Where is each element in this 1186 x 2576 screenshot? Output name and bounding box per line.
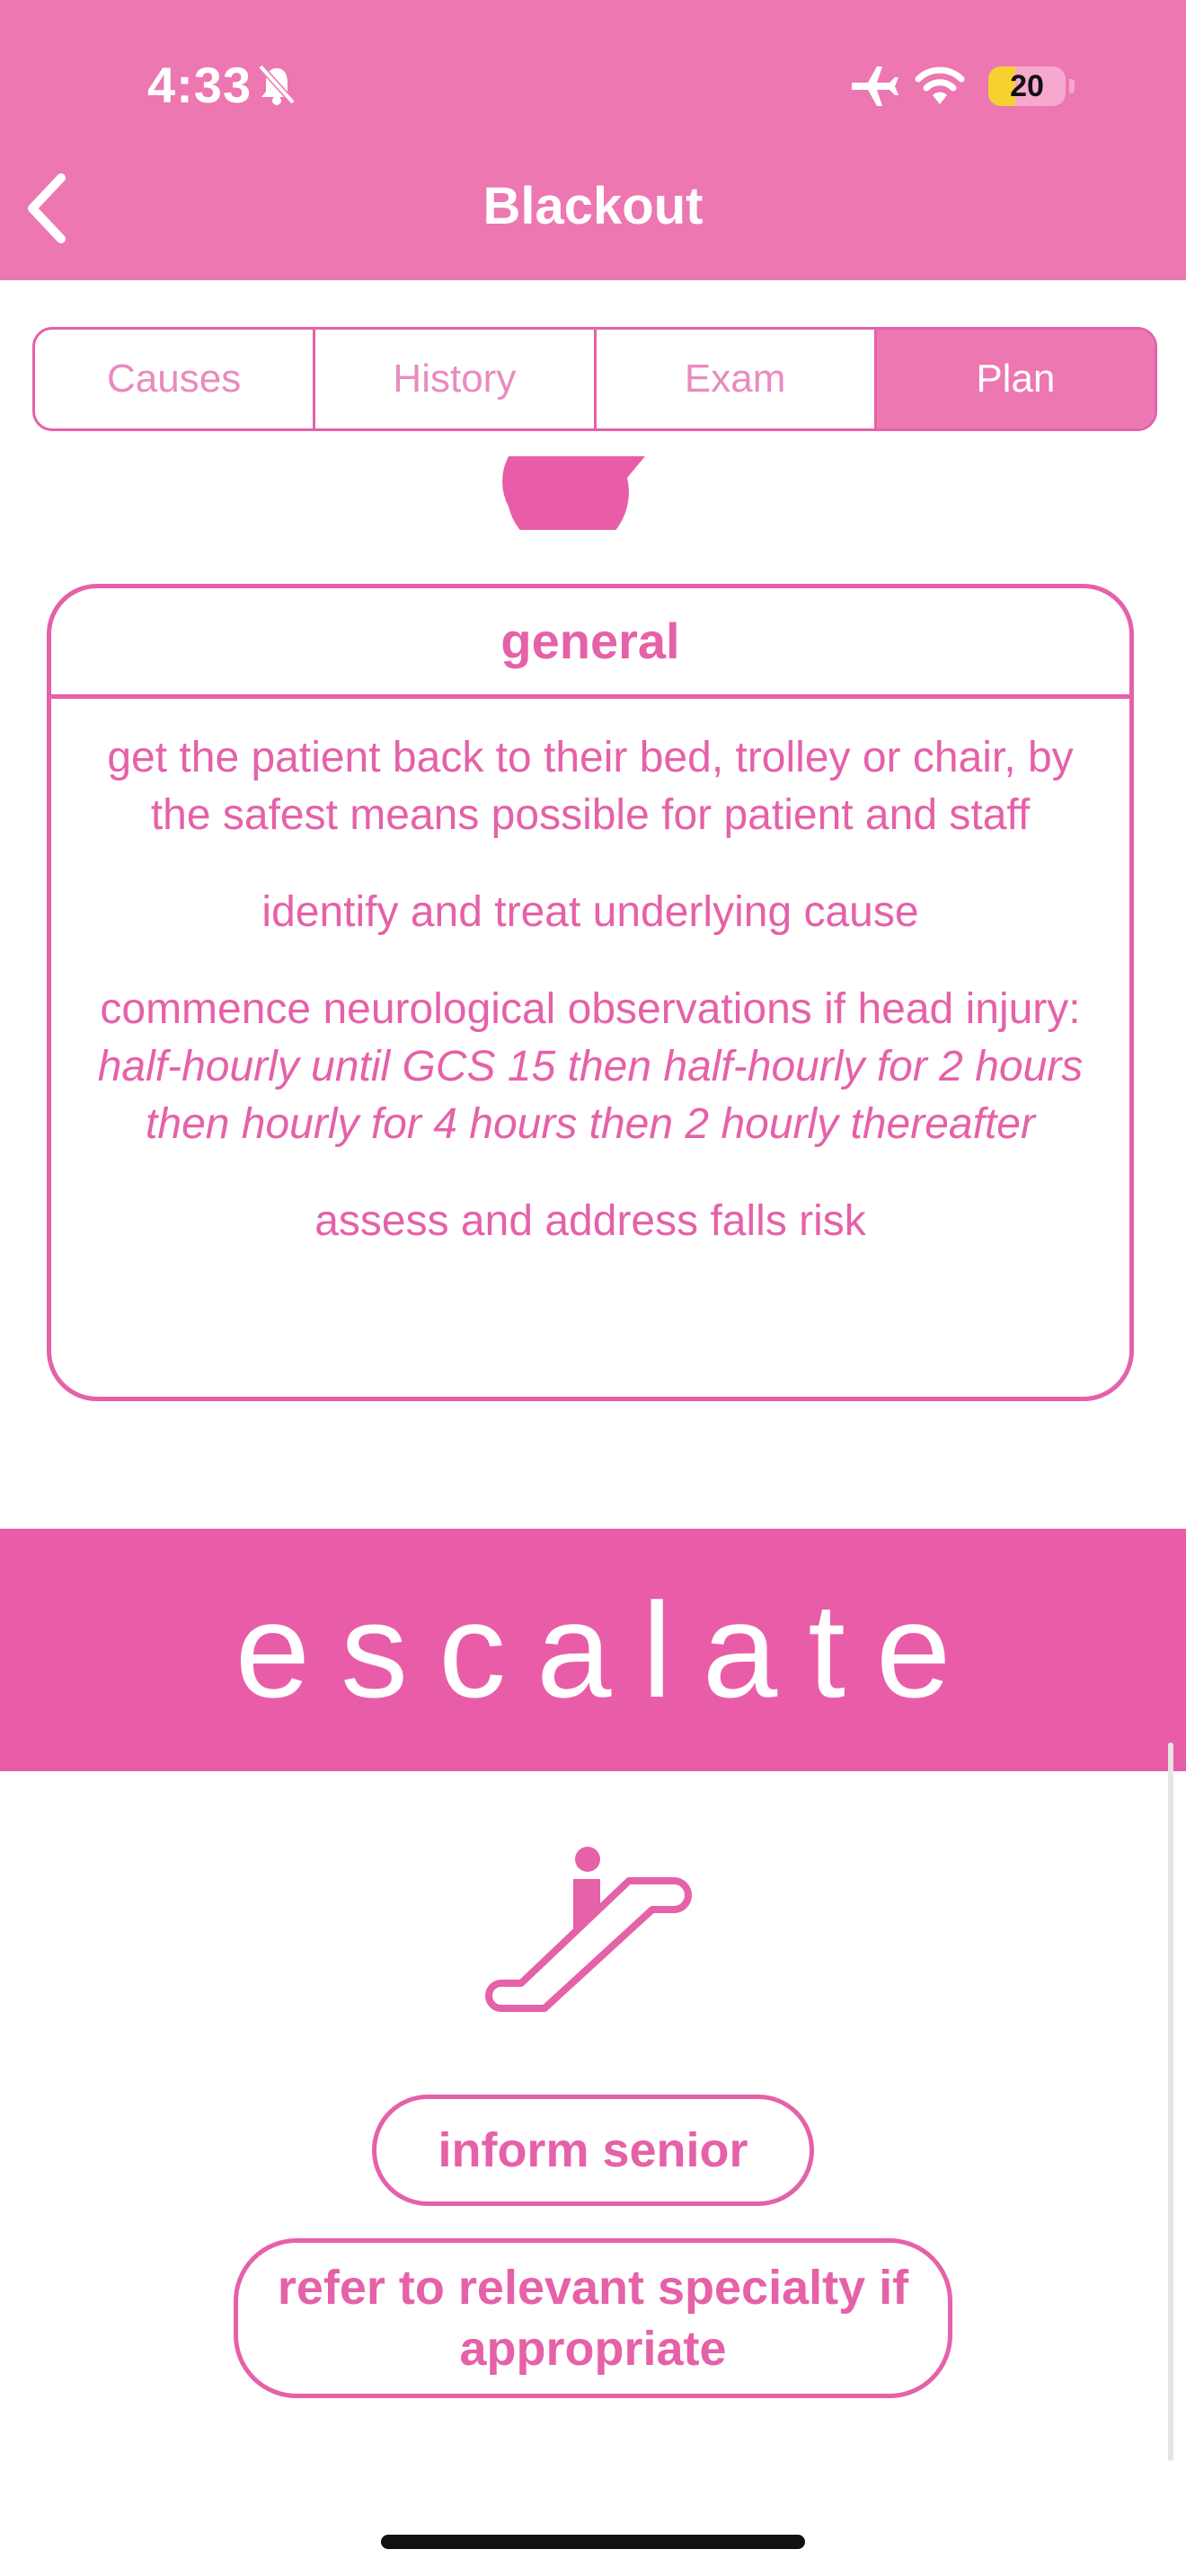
battery-icon: 20 [988,66,1075,106]
droplet-icon [502,456,645,530]
inform-senior-button[interactable]: inform senior [372,2095,814,2206]
plan-item: get the patient back to their bed, troll… [107,734,1074,839]
plan-item: commence neurological observations if he… [100,985,1081,1033]
page-title: Blackout [482,177,704,235]
tab-causes[interactable]: Causes [35,330,316,428]
scrollbar[interactable] [1168,1742,1173,2461]
section-tabs: Causes History Exam Plan [32,327,1157,431]
plan-item: identify and treat underlying cause [261,888,919,936]
top-bar: 4:33 20 Blackout [0,0,1186,280]
airplane-icon [852,66,898,106]
general-card-title: general [51,588,1129,699]
escalate-banner: escalate [0,1529,1186,1771]
tab-history[interactable]: History [315,330,597,428]
general-card: general get the patient back to their be… [47,584,1134,1401]
home-indicator[interactable] [381,2535,805,2549]
neuro-obs-detail: half-hourly until GCS 15 then half-hourl… [97,1043,1084,1148]
escalator-icon [485,1847,692,2012]
tab-exam[interactable]: Exam [597,330,877,428]
tab-plan[interactable]: Plan [876,330,1155,428]
battery-percentage: 20 [1010,69,1044,103]
status-time: 4:33 [147,57,252,113]
escalate-heading: escalate [235,1574,982,1725]
plan-item-neuro-obs: commence neurological observations if he… [87,981,1093,1153]
refer-specialty-button[interactable]: refer to relevant specialty if appropria… [234,2238,952,2398]
plan-item: assess and address falls risk [314,1197,866,1245]
bell-slash-icon [258,64,296,105]
wifi-icon [915,66,965,104]
